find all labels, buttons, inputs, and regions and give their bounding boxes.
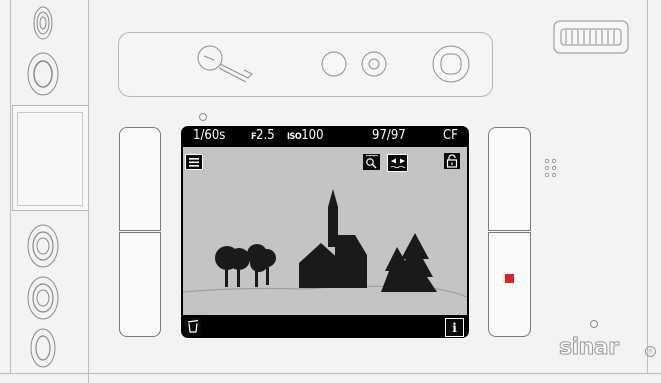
joystick-button-icon[interactable] [431,44,471,88]
iso-label: ISO [287,132,302,142]
menu-icon[interactable] [185,154,203,170]
speaker-grille-icon [544,158,558,184]
record-indicator [505,274,514,283]
frame-right-edge [647,0,648,374]
thumb-wheel-icon[interactable] [553,20,629,58]
info-icon[interactable]: i [445,318,464,337]
left-upper-button[interactable] [119,127,161,231]
focus-icon[interactable] [387,154,408,172]
delete-icon[interactable] [185,318,201,334]
frame-bottom-edge [0,373,661,374]
upper-dial-icon[interactable] [27,52,59,96]
iso-number: 100 [301,128,324,143]
frames-remaining: 97/97 [372,128,406,143]
lcd-display: 1/60s F2.5 ISO100 97/97 CF i [181,126,469,338]
lower-dial-2-icon[interactable] [27,276,59,320]
round-button-icon[interactable] [321,51,347,81]
lock-icon[interactable] [444,153,460,169]
iso-value: ISO100 [287,128,324,145]
aperture-number: 2.5 [256,128,275,143]
left-column-edge [10,0,11,374]
left-lower-button[interactable] [119,232,161,337]
lower-dial-3-icon[interactable] [30,328,56,368]
ring-button-icon[interactable] [361,51,387,81]
lower-dial-1-icon[interactable] [27,224,59,268]
status-led-left [199,113,207,121]
storage-card: CF [443,128,458,143]
right-lower-button[interactable] [488,232,531,337]
landscape-image [182,189,468,298]
zoom-icon[interactable] [363,154,380,170]
aperture-value: F2.5 [251,128,275,145]
registered-mark: ® [645,346,656,357]
left-accessory-inner [17,112,83,206]
top-left-screw-icon[interactable] [33,6,53,40]
image-preview[interactable] [182,147,468,315]
key-icon[interactable] [196,44,256,88]
info-glyph: i [452,320,457,335]
sinar-logo: sinar [559,335,620,360]
right-upper-button[interactable] [488,127,531,231]
shutter-speed: 1/60s [193,128,226,143]
status-led-right [590,320,598,328]
